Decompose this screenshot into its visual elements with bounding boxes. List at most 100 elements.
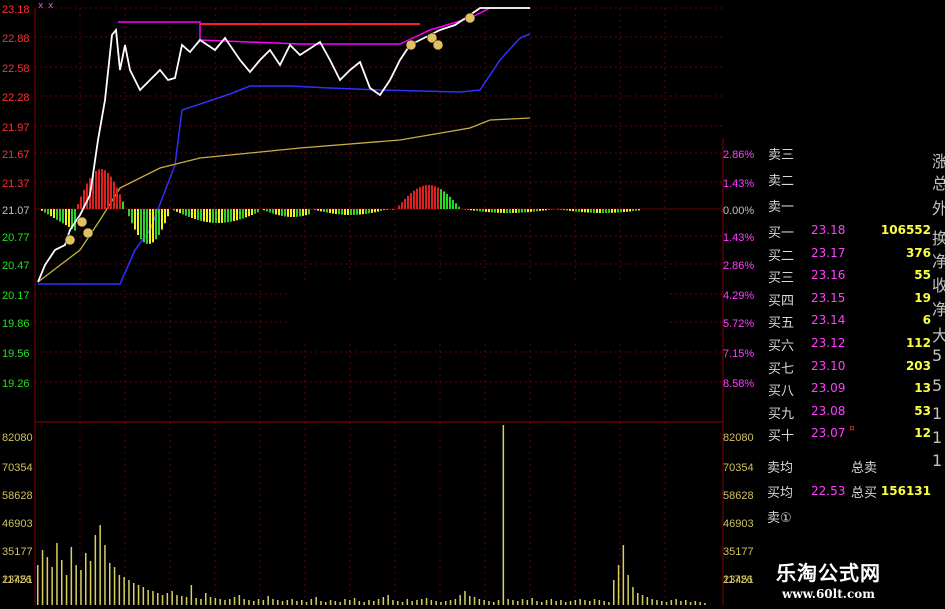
sell-row[interactable]: 卖一: [763, 194, 933, 216]
volume-bar: [61, 560, 63, 605]
momentum-bar: [47, 209, 49, 215]
momentum-bar: [470, 209, 472, 211]
buy-row[interactable]: 买十 23.07 12 ¤: [763, 423, 933, 445]
momentum-bar: [77, 203, 79, 209]
buy-row[interactable]: 买七 23.10 203: [763, 356, 933, 378]
volume-bar: [689, 602, 692, 605]
buy-row[interactable]: 买四 23.15 19: [763, 288, 933, 310]
watermark: 乐淘公式网 www.60lt.com: [764, 543, 945, 609]
momentum-bar: [65, 209, 67, 226]
signal-marker-icon: [76, 216, 88, 228]
volume-bar: [646, 597, 649, 605]
momentum-bar: [152, 209, 154, 243]
price-tick-label: 19.86: [2, 318, 30, 330]
price-tick-label: 21.67: [2, 149, 30, 161]
volume-tick-label: 35177: [2, 546, 33, 558]
price-line: [37, 7, 530, 283]
momentum-bar: [347, 209, 349, 215]
volume-bar: [334, 601, 337, 605]
buy-row[interactable]: 买一 23.18 106552: [763, 220, 933, 242]
momentum-bar: [446, 193, 448, 209]
momentum-bar: [596, 209, 598, 213]
momentum-bar: [305, 209, 307, 216]
volume-bar: [80, 570, 82, 605]
volume-bar: [469, 596, 471, 605]
momentum-bar: [350, 209, 352, 215]
volume-bar: [661, 601, 663, 605]
momentum-bar: [254, 209, 256, 214]
volume-bar: [382, 597, 385, 605]
volume-tick-label: 11726: [2, 574, 32, 586]
buy-row[interactable]: 买三 23.16 55: [763, 265, 933, 287]
momentum-bar: [137, 209, 139, 236]
buy-row-label: 买九: [768, 406, 795, 422]
volume-bar: [411, 601, 413, 605]
volume-bar: [517, 601, 519, 605]
momentum-bar: [86, 183, 88, 209]
momentum-bar: [245, 209, 247, 218]
momentum-bar: [452, 199, 454, 209]
momentum-bar: [269, 209, 271, 213]
momentum-bar: [107, 172, 109, 209]
price-tick-label: 21.37: [2, 178, 30, 190]
price-tick-label: 22.58: [2, 63, 30, 75]
volume-bar: [622, 545, 625, 605]
volume-bar: [656, 600, 658, 605]
volume-bar: [257, 599, 260, 605]
volume-bar: [459, 595, 461, 605]
price-tick-label: 22.88: [2, 33, 30, 45]
side-glyph: 5: [932, 346, 943, 365]
momentum-bar: [116, 187, 118, 209]
volume-bar: [531, 598, 533, 605]
volume-tick-label: 58628: [2, 490, 33, 502]
momentum-bar: [122, 201, 124, 209]
momentum-bar: [203, 209, 205, 222]
side-glyph: 1: [932, 404, 943, 423]
signal-marker-icon: [82, 227, 94, 239]
volume-bar: [473, 597, 476, 605]
pct-tick-label: 1.43%: [723, 232, 754, 244]
sell-row[interactable]: 卖二: [763, 168, 933, 190]
volume-bar: [617, 565, 620, 605]
momentum-bar: [257, 209, 259, 213]
buy-row-flag: ¤: [849, 424, 855, 435]
momentum-bar: [185, 209, 187, 216]
momentum-bar: [590, 209, 592, 213]
volume-bar: [507, 599, 509, 605]
price-tick-label: 19.26: [2, 378, 30, 390]
buy-row[interactable]: 买八 23.09 13: [763, 378, 933, 400]
momentum-bar: [449, 196, 451, 209]
side-glyph: 大: [932, 326, 945, 345]
momentum-bar: [104, 170, 106, 209]
momentum-bar: [542, 209, 544, 211]
volume-bar: [565, 602, 567, 605]
volume-bar: [137, 585, 140, 605]
sell-avg-label: 卖均: [767, 461, 794, 476]
momentum-bar: [536, 209, 538, 212]
pct-tick-label: 4.29%: [723, 290, 754, 302]
momentum-bar: [173, 209, 175, 211]
volume-bar: [353, 598, 356, 605]
momentum-bar: [332, 209, 334, 214]
volume-bar: [536, 601, 538, 605]
intraday-chart[interactable]: 23.18 22.88 22.58 22.28 21.97 21.67 21.37 21.07…: [0, 0, 763, 609]
volume-bar: [478, 599, 481, 605]
momentum-bar: [221, 209, 223, 223]
volume-bar: [190, 585, 193, 605]
buy-row[interactable]: 买六 23.12 112: [763, 333, 933, 355]
sell-row[interactable]: 卖三: [763, 142, 933, 164]
buy-row[interactable]: 买五 23.14 6: [763, 310, 933, 332]
buy-row[interactable]: 买九 23.08 53: [763, 401, 933, 423]
volume-bar: [406, 599, 409, 605]
price-tick-label: 19.56: [2, 348, 30, 360]
buy-row[interactable]: 买二 23.17 376: [763, 243, 933, 265]
volume-bar: [699, 602, 701, 605]
buy-row-price: 23.15: [811, 290, 846, 305]
watermark-title: 乐淘公式网: [776, 561, 881, 585]
pct-tick-label: 5.72%: [723, 318, 754, 330]
momentum-bar: [164, 209, 166, 224]
momentum-bar: [191, 209, 193, 219]
order-stats: 卖均 总卖 买均 22.53 总买 156131 卖①: [763, 455, 933, 535]
volume-bar: [99, 525, 101, 605]
momentum-bar: [179, 209, 181, 214]
